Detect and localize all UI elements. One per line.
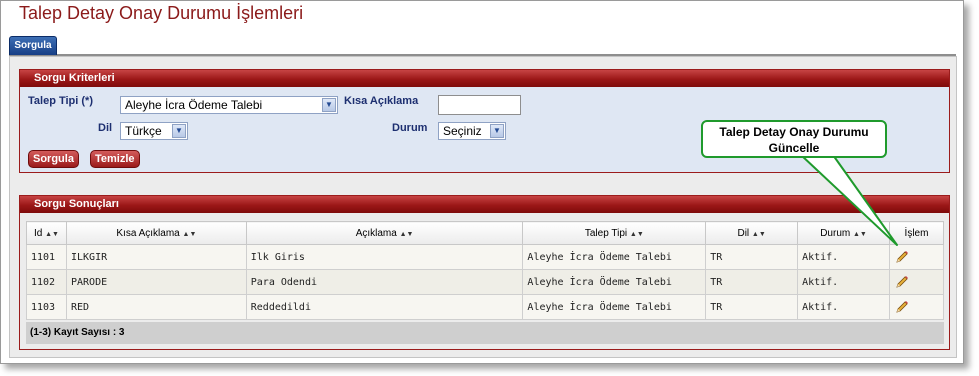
chevron-down-icon: ▼ [490,124,504,138]
sort-arrows-icon: ▲▼ [853,230,867,238]
cell-desc: Ilk Giris [245,244,524,270]
cell-lang: TR [705,294,799,320]
cell-id: 1103 [26,294,67,320]
cell-desc: Para Odendi [245,269,524,295]
table-row[interactable]: 1103 RED Reddedildi Aleyhe İcra Ödeme Ta… [26,294,944,320]
cell-id: 1101 [26,244,67,270]
cell-status: Aktif. [797,269,890,295]
cell-action [889,244,944,270]
column-header-durum[interactable]: Durum ▲▼ [797,221,890,245]
tab-sorgula[interactable]: Sorgula [9,36,57,55]
cell-type: Aleyhe İcra Ödeme Talebi [522,269,707,295]
column-header-aciklama[interactable]: Açıklama ▲▼ [245,221,524,245]
dil-label: Dil [98,122,113,134]
table-header-row: Id ▲▼ Kısa Açıklama ▲▼ Açıklama ▲▼ Talep… [26,221,944,245]
talep-tipi-select[interactable]: Aleyhe İcra Ödeme Talebi ▼ [120,96,338,114]
cell-status: Aktif. [797,244,890,270]
column-header-talep-tipi[interactable]: Talep Tipi ▲▼ [522,221,707,245]
table-row[interactable]: 1101 ILKGIR Ilk Giris Aleyhe İcra Ödeme … [26,244,944,270]
cell-desc: Reddedildi [245,294,524,320]
cell-lang: TR [705,244,799,270]
column-header-islem: İşlem [889,221,944,245]
cell-action [889,294,944,320]
page-title: Talep Detay Onay Durumu İşlemleri [19,3,304,23]
cell-type: Aleyhe İcra Ödeme Talebi [522,244,707,270]
sort-arrows-icon: ▲▼ [45,230,59,238]
talep-tipi-value: Aleyhe İcra Ödeme Talebi [125,98,263,112]
cell-short: ILKGIR [65,244,247,270]
callout-line-1: Talep Detay Onay Durumu [719,125,869,139]
chevron-down-icon: ▼ [322,98,336,112]
sort-arrows-icon: ▲▼ [751,230,766,238]
cell-id: 1102 [26,269,67,295]
cell-type: Aleyhe İcra Ödeme Talebi [522,294,707,320]
talep-tipi-label: Talep Tipi (*) [28,95,93,107]
results-panel: Sorgu Sonuçları Id ▲▼ Kısa Açıklama ▲▼ A… [19,195,950,350]
pencil-icon[interactable] [894,249,910,265]
pencil-icon[interactable] [894,274,910,290]
tab-strip: Sorgula [9,36,956,56]
cell-lang: TR [705,269,799,295]
durum-select[interactable]: Seçiniz ▼ [438,122,506,140]
results-header: Sorgu Sonuçları [20,196,949,213]
cell-short: PARODE [65,269,247,295]
window-frame: Talep Detay Onay Durumu İşlemleri Sorgul… [0,0,964,364]
pencil-icon[interactable] [894,299,910,315]
dil-value: Türkçe [125,124,162,138]
cell-action [889,269,944,295]
callout-line-2: Güncelle [768,141,820,155]
column-header-kisa-aciklama[interactable]: Kısa Açıklama ▲▼ [65,221,247,245]
callout-box: Talep Detay Onay Durumu Güncelle [701,120,887,158]
cell-status: Aktif. [797,294,890,320]
search-button[interactable]: Sorgula [28,150,79,168]
record-count: (1-3) Kayıt Sayısı : 3 [26,322,944,344]
column-header-dil[interactable]: Dil ▲▼ [705,221,799,245]
sort-arrows-icon: ▲▼ [182,230,197,238]
sort-arrows-icon: ▲▼ [629,230,644,238]
kisa-aciklama-input[interactable] [438,95,521,115]
column-header-id[interactable]: Id ▲▼ [26,221,67,245]
clear-button[interactable]: Temizle [90,150,140,168]
kisa-aciklama-label: Kısa Açıklama [344,95,419,107]
criteria-header: Sorgu Kriterleri [20,70,949,87]
chevron-down-icon: ▼ [172,124,186,138]
durum-label: Durum [392,122,428,134]
cell-short: RED [65,294,247,320]
durum-value: Seçiniz [443,124,482,138]
results-table: Id ▲▼ Kısa Açıklama ▲▼ Açıklama ▲▼ Talep… [26,221,944,320]
table-row[interactable]: 1102 PARODE Para Odendi Aleyhe İcra Ödem… [26,269,944,295]
sort-arrows-icon: ▲▼ [399,230,414,238]
dil-select[interactable]: Türkçe ▼ [120,122,188,140]
